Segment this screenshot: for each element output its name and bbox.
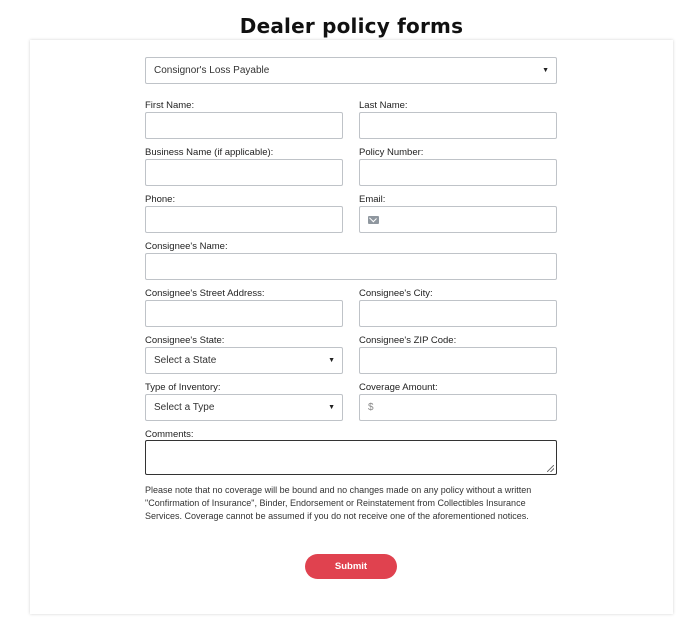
- email-label: Email:: [359, 194, 386, 205]
- consignee-zip-input[interactable]: [359, 347, 557, 374]
- chevron-down-icon: ▼: [328, 404, 335, 411]
- comments-label: Comments:: [145, 429, 194, 440]
- chevron-down-icon: ▼: [328, 357, 335, 364]
- consignee-zip-label: Consignee's ZIP Code:: [359, 335, 457, 346]
- coverage-amount-input[interactable]: $: [359, 394, 557, 421]
- form-card: [30, 40, 673, 614]
- policy-number-input[interactable]: [359, 159, 557, 186]
- chevron-down-icon: ▼: [542, 67, 549, 74]
- inventory-type-label: Type of Inventory:: [145, 382, 221, 393]
- consignee-state-label: Consignee's State:: [145, 335, 225, 346]
- inventory-type-select[interactable]: Select a Type ▼: [145, 394, 343, 421]
- business-name-input[interactable]: [145, 159, 343, 186]
- consignee-street-input[interactable]: [145, 300, 343, 327]
- consignee-state-value: Select a State: [154, 355, 217, 366]
- policy-type-value: Consignor's Loss Payable: [154, 65, 270, 76]
- first-name-input[interactable]: [145, 112, 343, 139]
- resize-handle-icon[interactable]: [547, 465, 554, 472]
- consignee-city-input[interactable]: [359, 300, 557, 327]
- policy-number-label: Policy Number:: [359, 147, 424, 158]
- last-name-label: Last Name:: [359, 100, 408, 111]
- consignee-state-select[interactable]: Select a State ▼: [145, 347, 343, 374]
- policy-type-select[interactable]: Consignor's Loss Payable ▼: [145, 57, 557, 84]
- email-input[interactable]: [359, 206, 557, 233]
- consignee-city-label: Consignee's City:: [359, 288, 433, 299]
- inventory-type-value: Select a Type: [154, 402, 215, 413]
- consignee-street-label: Consignee's Street Address:: [145, 288, 265, 299]
- phone-label: Phone:: [145, 194, 176, 205]
- currency-prefix: $: [368, 402, 374, 413]
- business-name-label: Business Name (if applicable):: [145, 147, 274, 158]
- coverage-notice: Please note that no coverage will be bou…: [145, 485, 532, 521]
- comments-textarea[interactable]: [145, 440, 557, 475]
- phone-input[interactable]: [145, 206, 343, 233]
- page-title: Dealer policy forms: [239, 14, 464, 38]
- consignee-name-label: Consignee's Name:: [145, 241, 228, 252]
- last-name-input[interactable]: [359, 112, 557, 139]
- consignee-name-input[interactable]: [145, 253, 557, 280]
- submit-button[interactable]: Submit: [305, 554, 397, 579]
- coverage-amount-label: Coverage Amount:: [359, 382, 438, 393]
- first-name-label: First Name:: [145, 100, 195, 111]
- envelope-icon: [368, 215, 379, 224]
